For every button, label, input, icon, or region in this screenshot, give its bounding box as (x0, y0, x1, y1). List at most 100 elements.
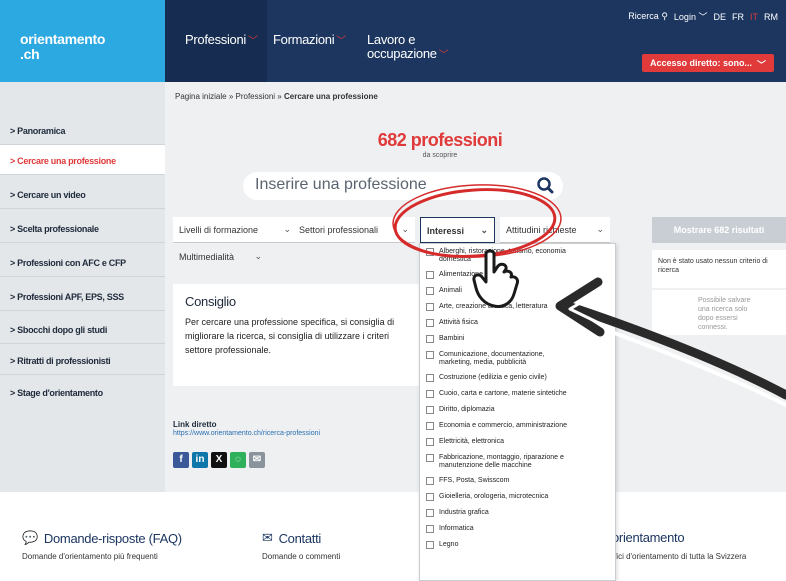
nav-professioni-label: Professioni (185, 32, 247, 47)
x-icon[interactable]: X (211, 452, 227, 468)
footer-contatti[interactable]: ✉ Contatti (262, 530, 321, 546)
login-link[interactable]: Login ﹀ (674, 10, 708, 23)
list-item[interactable]: Diritto, diplomazia (420, 402, 615, 418)
lang-fr[interactable]: FR (732, 12, 744, 22)
nav-professioni[interactable]: Professioni ﹀ (185, 33, 258, 49)
nav-formazioni[interactable]: Formazioni ﹀ (273, 33, 346, 49)
sidebar-item-scelta[interactable]: > Scelta professionale (0, 213, 165, 243)
filter-livelli[interactable]: Livelli di formazione ⌄ (173, 217, 297, 243)
breadcrumb-professioni[interactable]: Professioni (236, 92, 276, 101)
list-item[interactable]: Bambini (420, 331, 615, 347)
list-item[interactable]: Legno (420, 537, 615, 553)
item-label: Alimentazione (439, 271, 483, 278)
list-item[interactable]: Alberghi, ristorazione, turismo, economi… (420, 244, 615, 267)
filter-attitudini[interactable]: Attitudini richieste ⌄ (500, 217, 610, 243)
sidebar-item-cercare-professione[interactable]: > Cercare una professione (0, 145, 165, 175)
checkbox[interactable] (426, 493, 434, 501)
sidebar-item-apf-eps-sss[interactable]: > Professioni APF, EPS, SSS (0, 281, 165, 311)
search-input[interactable] (255, 176, 525, 194)
filter-interessi-label: Interessi (427, 226, 465, 236)
footer-faq[interactable]: 💬 Domande-risposte (FAQ) (22, 530, 182, 546)
envelope-icon: ✉ (262, 530, 273, 545)
list-item[interactable]: Fabbricazione, montaggio, riparazione em… (420, 450, 615, 473)
facebook-icon[interactable]: f (173, 452, 189, 468)
checkbox[interactable] (426, 477, 434, 485)
item-label: Alberghi, ristorazione, turismo, economi… (439, 248, 566, 255)
checkbox[interactable] (426, 271, 434, 279)
sidebar-item-cercare-video[interactable]: > Cercare un video (0, 179, 165, 209)
filter-settori[interactable]: Settori professionali ⌄ (293, 217, 415, 243)
footer-contatti-sub[interactable]: Domande o commenti (262, 552, 340, 561)
list-item[interactable]: Economia e commercio, amministrazione (420, 418, 615, 434)
nav-lavoro-occupazione[interactable]: Lavoro e occupazione ﹀ (367, 33, 449, 63)
list-item[interactable]: Informatica (420, 521, 615, 537)
checkbox[interactable] (426, 303, 434, 311)
footer-faq-sub[interactable]: Domande d'orientamento più frequenti (22, 552, 158, 561)
footer-orientamento[interactable]: orientamento (612, 530, 685, 545)
list-item[interactable]: Comunicazione, documentazione, marketing,… (420, 347, 615, 370)
checkbox[interactable] (426, 525, 434, 533)
lang-it[interactable]: IT (750, 12, 758, 22)
list-item[interactable]: Animali (420, 283, 615, 299)
linkedin-icon[interactable]: in (192, 452, 208, 468)
whatsapp-icon[interactable]: ◌ (230, 452, 246, 468)
sidebar-item-panoramica[interactable]: > Panoramica (0, 115, 165, 145)
checkbox[interactable] (426, 406, 434, 414)
filter-multi-label: Multimedialità (179, 252, 235, 262)
item-label-2: manutenzione delle macchine (439, 462, 532, 469)
nav-formazioni-label: Formazioni (273, 32, 335, 47)
filter-multimedialita[interactable]: Multimedialità ⌄ (173, 244, 268, 270)
chevron-down-icon: ﹀ (756, 60, 766, 70)
logo-line1: orientamento (20, 31, 106, 47)
checkbox[interactable] (426, 351, 434, 359)
checkbox[interactable] (426, 287, 434, 295)
list-item[interactable]: Industria grafica (420, 505, 615, 521)
sidebar-item-ritratti[interactable]: > Ritratti di professionisti (0, 345, 165, 375)
mail-icon[interactable]: ✉ (249, 452, 265, 468)
breadcrumb-home[interactable]: Pagina iniziale (175, 92, 227, 101)
lang-rm[interactable]: RM (764, 12, 778, 22)
list-item[interactable]: FFS, Posta, Swisscom (420, 473, 615, 489)
search-link[interactable]: Ricerca ⚲ (628, 11, 668, 22)
checkbox[interactable] (426, 248, 434, 256)
checkbox[interactable] (426, 509, 434, 517)
show-results-button[interactable]: Mostrare 682 risultati (652, 217, 786, 243)
checkbox[interactable] (426, 541, 434, 549)
list-item[interactable]: Costruzione (edilizia e genio civile) (420, 370, 615, 386)
checkbox[interactable] (426, 335, 434, 343)
search-icon[interactable] (532, 172, 560, 200)
list-item[interactable]: Attività fisica (420, 315, 615, 331)
checkbox[interactable] (426, 438, 434, 446)
checkbox[interactable] (426, 319, 434, 327)
list-item[interactable]: Arte, creazione artistica, letteratura (420, 299, 615, 315)
lang-de[interactable]: DE (713, 12, 726, 22)
breadcrumb-current: Cercare una professione (283, 92, 378, 101)
sidebar-item-afc-cfp[interactable]: > Professioni con AFC e CFP (0, 247, 165, 277)
list-item[interactable]: Gioielleria, orologeria, microtecnica (420, 489, 615, 505)
item-label: Comunicazione, documentazione, (439, 351, 545, 358)
logo[interactable]: orientamento .ch (0, 0, 165, 82)
list-item[interactable]: Cuoio, carta e cartone, materie sintetic… (420, 386, 615, 402)
sidebar-item-label: Stage d'orientamento (17, 388, 103, 398)
direct-link-url[interactable]: https://www.orientamento.ch/ricerca-prof… (173, 430, 320, 437)
item-label: Cuoio, carta e cartone, materie sintetic… (439, 390, 567, 397)
sidebar-item-sbocchi[interactable]: > Sbocchi dopo gli studi (0, 314, 165, 344)
checkbox[interactable] (426, 454, 434, 462)
list-item[interactable]: Alimentazione (420, 267, 615, 283)
checkbox[interactable] (426, 422, 434, 430)
tip-title: Consiglio (185, 294, 236, 309)
direct-link-label: Link diretto (173, 420, 217, 429)
accesso-diretto-button[interactable]: Accesso diretto: sono... ﹀ (642, 54, 774, 72)
item-label: Informatica (439, 525, 474, 532)
list-item[interactable]: Elettricità, elettronica (420, 434, 615, 450)
sidebar-item-stage[interactable]: > Stage d'orientamento (0, 377, 165, 407)
search-icon: ⚲ (661, 11, 668, 21)
item-label: Bambini (439, 335, 465, 342)
nav-lavoro-label-2: occupazione (367, 46, 437, 61)
checkbox[interactable] (426, 374, 434, 382)
chevron-down-icon: ⌄ (480, 225, 488, 235)
chat-icon: 💬 (22, 530, 38, 545)
footer-orient-sub[interactable]: ffici d'orientamento di tutta la Svizzer… (612, 552, 746, 561)
filter-interessi[interactable]: Interessi ⌄ (420, 217, 495, 243)
checkbox[interactable] (426, 390, 434, 398)
